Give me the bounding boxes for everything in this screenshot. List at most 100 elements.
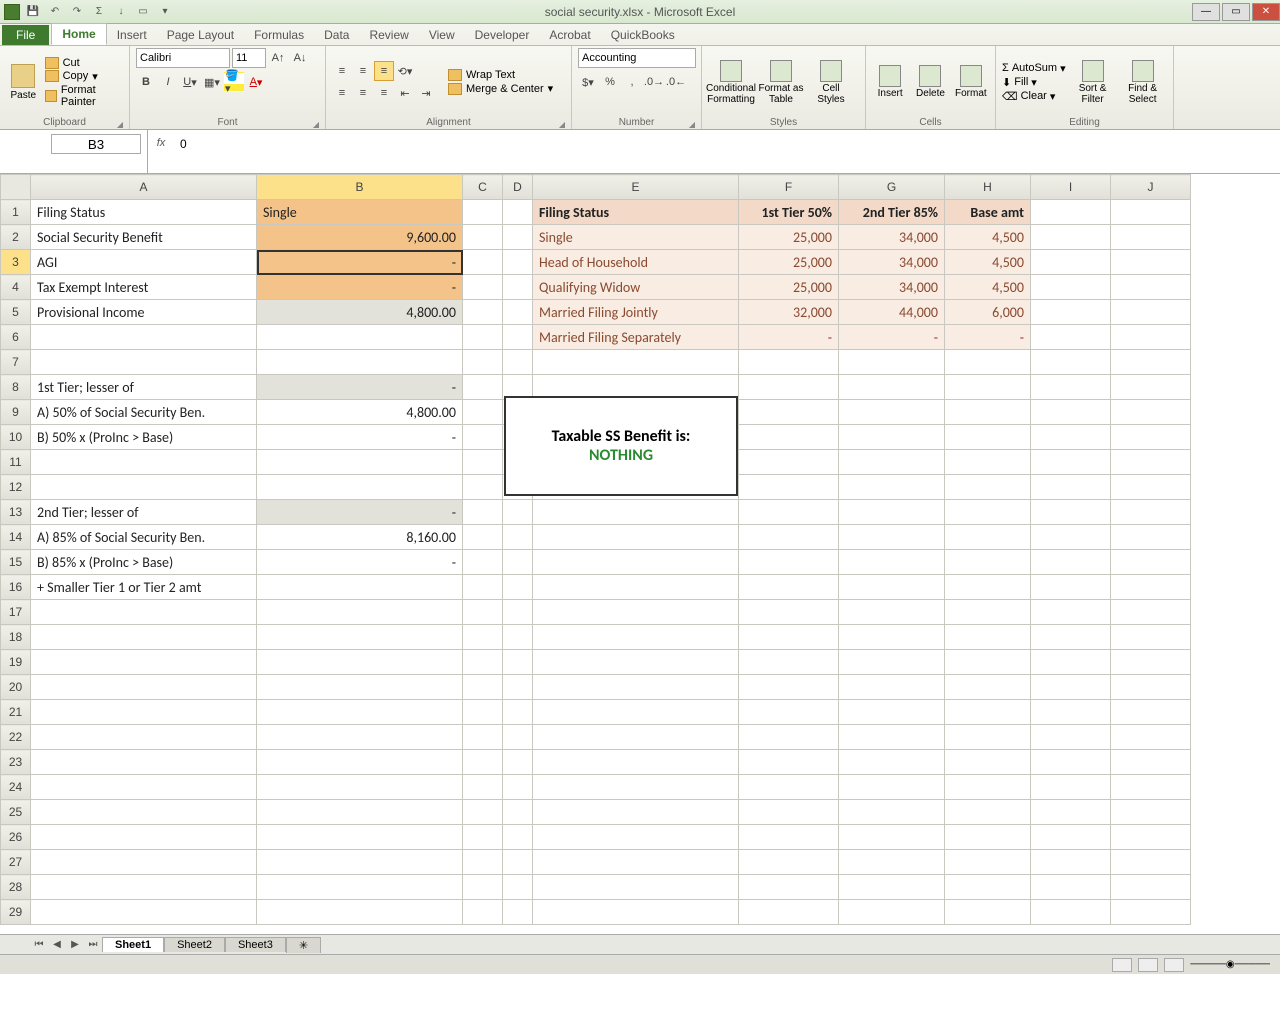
row-header[interactable]: 25: [1, 800, 31, 825]
row-header[interactable]: 16: [1, 575, 31, 600]
cell[interactable]: 6,000: [945, 300, 1031, 325]
row-header[interactable]: 17: [1, 600, 31, 625]
col-header[interactable]: F: [739, 175, 839, 200]
cell[interactable]: 4,500: [945, 225, 1031, 250]
row-header[interactable]: 14: [1, 525, 31, 550]
bold-button[interactable]: B: [136, 72, 156, 92]
sort-filter-button[interactable]: Sort & Filter: [1070, 60, 1116, 105]
tab-acrobat[interactable]: Acrobat: [539, 25, 600, 45]
fx-icon[interactable]: fx: [152, 134, 170, 152]
format-as-table-button[interactable]: Format as Table: [758, 60, 804, 105]
increase-decimal-icon[interactable]: .0→: [644, 72, 664, 92]
tab-data[interactable]: Data: [314, 25, 359, 45]
align-right-icon[interactable]: ≡: [374, 83, 394, 103]
new-sheet-button[interactable]: ✳: [286, 937, 321, 953]
insert-cells-button[interactable]: Insert: [872, 65, 908, 99]
cell[interactable]: Married Filing Separately: [533, 325, 739, 350]
dialog-launcher-icon[interactable]: ◢: [117, 120, 123, 129]
conditional-formatting-button[interactable]: Conditional Formatting: [708, 60, 754, 105]
qat-save-icon[interactable]: 💾: [24, 3, 42, 21]
cell[interactable]: Filing Status: [533, 200, 739, 225]
cell[interactable]: Tax Exempt Interest: [31, 275, 257, 300]
formula-input[interactable]: [176, 134, 1276, 154]
cell[interactable]: 32,000: [739, 300, 839, 325]
cell[interactable]: -: [257, 375, 463, 400]
font-size-select[interactable]: [232, 48, 266, 68]
result-textbox[interactable]: Taxable SS Benefit is: NOTHING: [504, 396, 738, 496]
cell[interactable]: Single: [533, 225, 739, 250]
grow-font-icon[interactable]: A↑: [268, 48, 288, 68]
col-header[interactable]: C: [463, 175, 503, 200]
cell[interactable]: 4,500: [945, 250, 1031, 275]
cell[interactable]: 9,600.00: [257, 225, 463, 250]
tab-home[interactable]: Home: [51, 23, 106, 45]
font-name-select[interactable]: [136, 48, 230, 68]
col-header[interactable]: E: [533, 175, 739, 200]
row-header[interactable]: 22: [1, 725, 31, 750]
row-header[interactable]: 1: [1, 200, 31, 225]
row-header[interactable]: 13: [1, 500, 31, 525]
find-select-button[interactable]: Find & Select: [1120, 60, 1166, 105]
row-header[interactable]: 20: [1, 675, 31, 700]
sheet-tab[interactable]: Sheet3: [225, 937, 286, 952]
delete-cells-button[interactable]: Delete: [912, 65, 948, 99]
paste-button[interactable]: Paste: [6, 50, 41, 114]
cell[interactable]: A) 50% of Social Security Ben.: [31, 400, 257, 425]
cell[interactable]: 34,000: [839, 225, 945, 250]
cell[interactable]: 2nd Tier 85%: [839, 200, 945, 225]
underline-button[interactable]: U▾: [180, 72, 200, 92]
tab-view[interactable]: View: [419, 25, 465, 45]
zoom-slider[interactable]: ─────◉─────: [1190, 959, 1270, 970]
row-header[interactable]: 23: [1, 750, 31, 775]
col-header[interactable]: J: [1111, 175, 1191, 200]
spreadsheet-grid[interactable]: A B C D E F G H I J 1 Filing Status Sing…: [0, 174, 1280, 934]
name-box[interactable]: [51, 134, 141, 154]
cell[interactable]: 25,000: [739, 275, 839, 300]
sheet-nav-next-icon[interactable]: ▶: [66, 936, 84, 954]
tab-formulas[interactable]: Formulas: [244, 25, 314, 45]
row-header[interactable]: 21: [1, 700, 31, 725]
row-header[interactable]: 9: [1, 400, 31, 425]
cell[interactable]: 25,000: [739, 250, 839, 275]
cut-button[interactable]: Cut: [45, 57, 123, 69]
cell[interactable]: -: [739, 325, 839, 350]
close-button[interactable]: ✕: [1252, 3, 1280, 21]
qat-undo-icon[interactable]: ↶: [46, 3, 64, 21]
tab-quickbooks[interactable]: QuickBooks: [601, 25, 685, 45]
file-tab[interactable]: File: [2, 25, 49, 45]
cell[interactable]: Single: [257, 200, 463, 225]
cell[interactable]: Married Filing Jointly: [533, 300, 739, 325]
cell[interactable]: -: [257, 500, 463, 525]
align-bottom-icon[interactable]: ≡: [374, 61, 394, 81]
cell[interactable]: 1st Tier 50%: [739, 200, 839, 225]
cell[interactable]: -: [257, 550, 463, 575]
row-header[interactable]: 10: [1, 425, 31, 450]
col-header[interactable]: D: [503, 175, 533, 200]
font-color-button[interactable]: A▾: [246, 72, 266, 92]
dialog-launcher-icon[interactable]: ◢: [313, 120, 319, 129]
cell[interactable]: 1st Tier; lesser of: [31, 375, 257, 400]
fill-button[interactable]: ⬇ Fill ▾: [1002, 76, 1066, 89]
autosum-button[interactable]: Σ AutoSum ▾: [1002, 62, 1066, 75]
cell[interactable]: 34,000: [839, 250, 945, 275]
cell-styles-button[interactable]: Cell Styles: [808, 60, 854, 105]
row-header[interactable]: 27: [1, 850, 31, 875]
col-header[interactable]: I: [1031, 175, 1111, 200]
row-header[interactable]: 15: [1, 550, 31, 575]
tab-developer[interactable]: Developer: [465, 25, 540, 45]
cell[interactable]: 25,000: [739, 225, 839, 250]
sheet-nav-last-icon[interactable]: ⏭: [84, 936, 102, 954]
tab-insert[interactable]: Insert: [107, 25, 157, 45]
col-header[interactable]: H: [945, 175, 1031, 200]
shrink-font-icon[interactable]: A↓: [290, 48, 310, 68]
row-header[interactable]: 8: [1, 375, 31, 400]
format-cells-button[interactable]: Format: [953, 65, 989, 99]
decrease-decimal-icon[interactable]: .0←: [666, 72, 686, 92]
select-all-corner[interactable]: [1, 175, 31, 200]
row-header[interactable]: 29: [1, 900, 31, 925]
cell[interactable]: Head of Household: [533, 250, 739, 275]
cell[interactable]: -: [257, 425, 463, 450]
number-format-select[interactable]: [578, 48, 696, 68]
indent-dec-icon[interactable]: ⇤: [395, 83, 415, 103]
cell-selected[interactable]: -: [257, 250, 463, 275]
